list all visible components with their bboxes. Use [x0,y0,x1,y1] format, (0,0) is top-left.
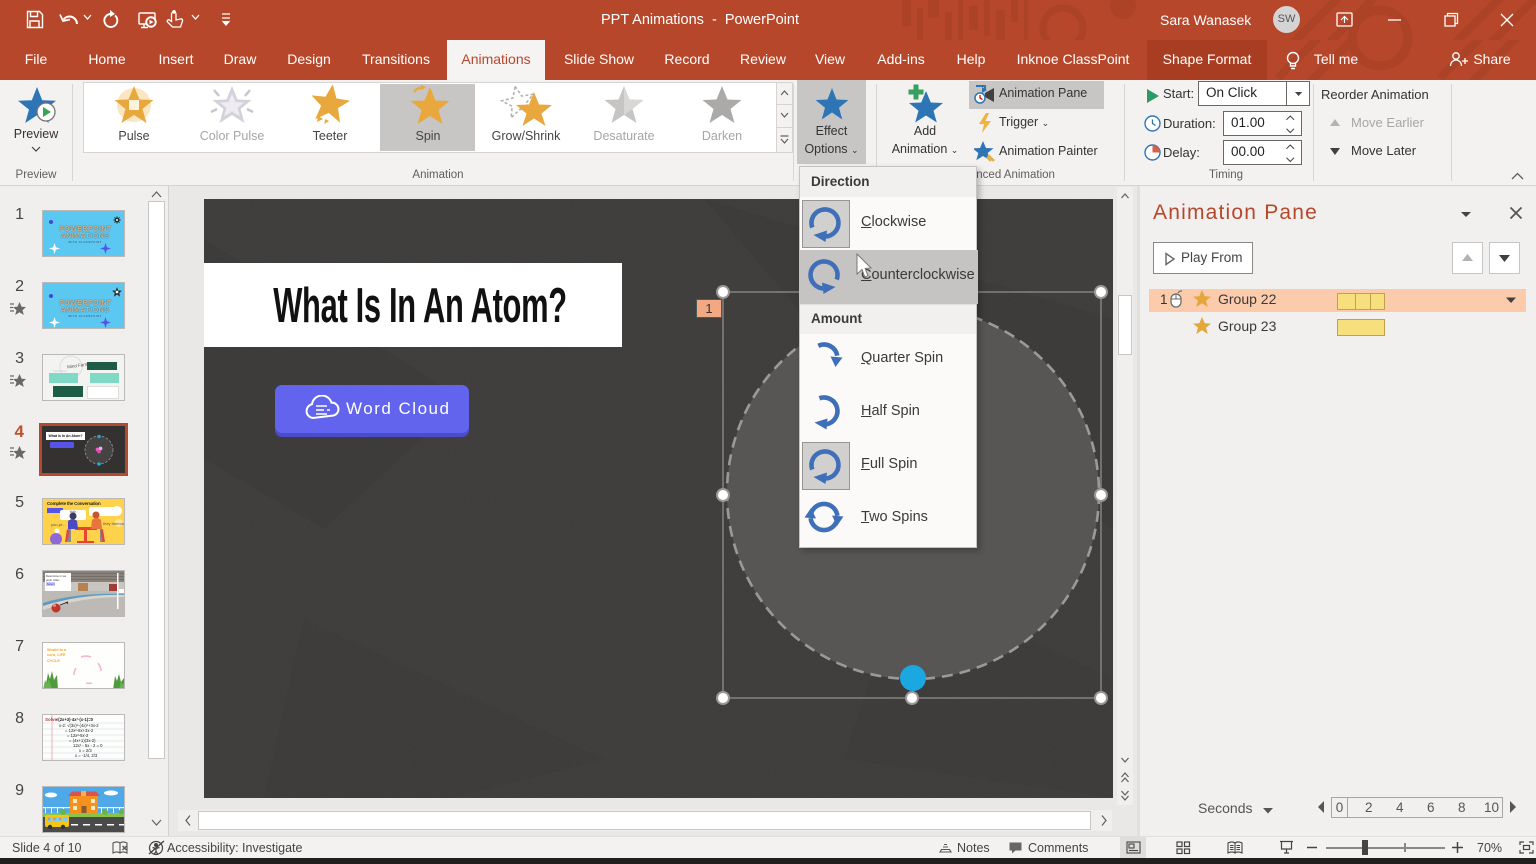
svg-text:x = -1/4, 2/3: x = -1/4, 2/3 [75,753,98,758]
svg-text:they them/art-gr...: they them/art-gr... [103,521,125,526]
svg-text:√(2x+3)·4x²·(x-1)=0: √(2x+3)·4x²·(x-1)=0 [56,717,94,722]
svg-text:you-pr...: you-pr... [51,522,65,527]
